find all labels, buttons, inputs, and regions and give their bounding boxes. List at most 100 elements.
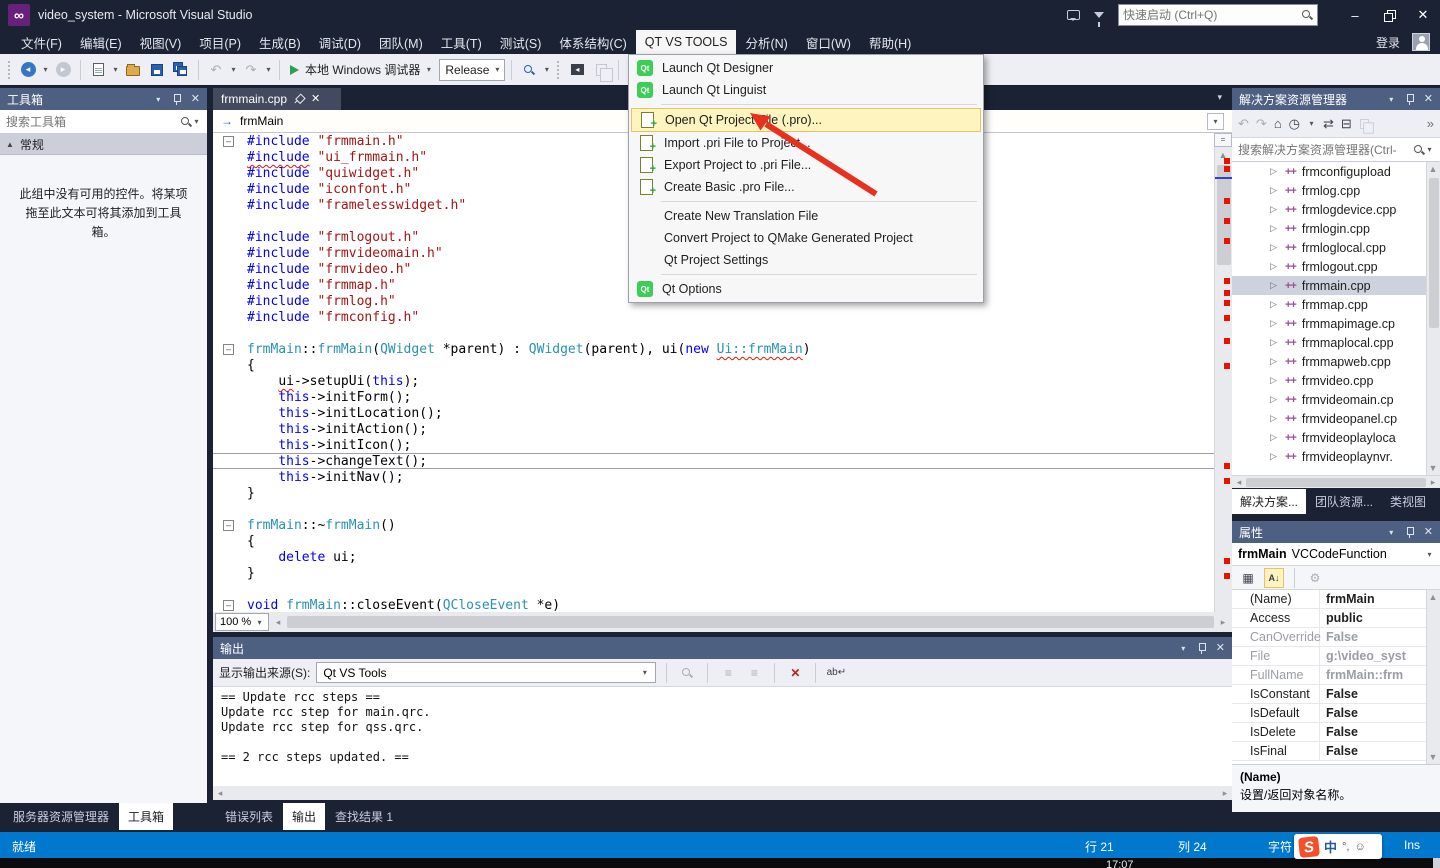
expander-icon[interactable]: ▷: [1270, 337, 1279, 348]
menu-item-open-qt-project-file-pro[interactable]: Open Qt Project File (.pro)...: [631, 108, 981, 132]
window-position-chevron-icon[interactable]: ▾: [1387, 95, 1396, 104]
menu-item-export-project-to-pri-file[interactable]: Export Project to .pri File...: [631, 154, 981, 176]
tab-[interactable]: 错误列表: [216, 803, 282, 830]
menu-item-qt-options[interactable]: QtQt Options: [631, 278, 981, 300]
file-frmlogdevice-cpp[interactable]: ▷++frmlogdevice.cpp: [1232, 200, 1440, 219]
menu-item-t[interactable]: 工具(T): [432, 30, 491, 54]
scroll-up-arrow-icon[interactable]: ▲: [1426, 590, 1440, 604]
quick-launch-input[interactable]: [1123, 8, 1301, 22]
menu-item-create-basic-pro-file[interactable]: Create Basic .pro File...: [631, 176, 981, 198]
tab-1[interactable]: 查找结果 1: [326, 803, 402, 830]
ime-punctuation-icon[interactable]: °,: [1342, 841, 1349, 853]
menu-item-import-pri-file-to-project[interactable]: Import .pri File to Project...: [631, 132, 981, 154]
solution-config-select[interactable]: Release▾: [439, 59, 505, 81]
pin-icon[interactable]: [172, 93, 182, 106]
menu-item-qt-vs-tools[interactable]: QT VS TOOLS: [636, 30, 737, 54]
tab-[interactable]: 工具箱: [119, 803, 173, 830]
property-row-fullname[interactable]: FullNamefrmMain::frm: [1232, 666, 1440, 685]
code-line-25[interactable]: –frmMain::~frmMain(): [213, 517, 1214, 533]
next-message-icon[interactable]: ≡: [744, 662, 764, 684]
find-in-files-button[interactable]: [518, 57, 540, 83]
find-chevron-icon[interactable]: ▾: [542, 65, 551, 74]
scroll-right-arrow-icon[interactable]: ▸: [1218, 786, 1232, 800]
expander-icon[interactable]: ▷: [1270, 356, 1279, 367]
window-position-chevron-icon[interactable]: ▾: [1387, 528, 1396, 537]
scrollbar-thumb[interactable]: [1429, 178, 1439, 328]
menu-item-s[interactable]: 测试(S): [491, 30, 551, 54]
toolbox-search-box[interactable]: ▾: [0, 110, 207, 134]
feedback-icon[interactable]: [1067, 10, 1080, 20]
sign-in-button[interactable]: 登录: [1376, 34, 1400, 51]
menu-item-d[interactable]: 调试(D): [310, 30, 370, 54]
toolbar-grip-icon[interactable]: [8, 61, 11, 79]
file-frmmapimage-cp[interactable]: ▷++frmmapimage.cp: [1232, 314, 1440, 333]
tab-[interactable]: 类视图: [1382, 489, 1434, 514]
output-horizontal-scrollbar[interactable]: ◂ ▸: [213, 786, 1232, 800]
menu-item-create-new-translation-file[interactable]: Create New Translation File: [631, 205, 981, 227]
scrollbar-thumb[interactable]: [287, 616, 1214, 628]
code-line-14[interactable]: –frmMain::frmMain(QWidget *parent) : QWi…: [213, 341, 1214, 357]
show-desktop-button[interactable]: [1433, 858, 1440, 868]
property-row-access[interactable]: Accesspublic: [1232, 609, 1440, 628]
tab-[interactable]: 服务器资源管理器: [4, 803, 118, 830]
copy-button[interactable]: [590, 57, 612, 83]
scroll-left-arrow-icon[interactable]: ◂: [1232, 476, 1246, 488]
collapse-all-icon[interactable]: ⊟: [1341, 116, 1352, 132]
minimize-button[interactable]: –: [1338, 0, 1372, 30]
close-button[interactable]: ✕: [1406, 0, 1440, 30]
property-row-name[interactable]: (Name)frmMain: [1232, 590, 1440, 609]
file-frmmain-cpp[interactable]: ▷++frmmain.cpp: [1232, 276, 1440, 295]
code-line-15[interactable]: {: [213, 357, 1214, 373]
nav-method-name[interactable]: frmMain: [240, 114, 283, 128]
sogou-logo-icon[interactable]: S: [1298, 836, 1320, 858]
menu-item-convert-project-to-qmake-generated-project[interactable]: Convert Project to QMake Generated Proje…: [631, 227, 981, 249]
pending-changes-icon[interactable]: ◷: [1289, 116, 1300, 132]
pin-tab-icon[interactable]: [291, 91, 307, 107]
code-line-29[interactable]: [213, 581, 1214, 597]
close-icon[interactable]: ✕: [1216, 643, 1225, 654]
file-frmvideoplaynvr[interactable]: ▷++frmvideoplaynvr.: [1232, 447, 1440, 466]
quick-launch-box[interactable]: [1118, 4, 1318, 26]
tree-vertical-scrollbar[interactable]: ▲ ▼: [1426, 162, 1440, 475]
fold-marker-icon[interactable]: –: [223, 520, 234, 531]
property-row-canoverride[interactable]: CanOverrideFalse: [1232, 628, 1440, 647]
code-line-22[interactable]: this->initNav();: [213, 469, 1214, 485]
undo-chevron-icon[interactable]: ▾: [229, 65, 238, 74]
scroll-down-arrow-icon[interactable]: ▼: [1426, 461, 1440, 475]
back-icon[interactable]: ↶: [1238, 116, 1249, 132]
expander-icon[interactable]: ▷: [1270, 432, 1279, 443]
pending-chevron-icon[interactable]: ▾: [1307, 119, 1316, 128]
fold-marker-icon[interactable]: –: [223, 344, 234, 355]
menu-item-launch-qt-designer[interactable]: QtLaunch Qt Designer: [631, 57, 981, 79]
file-frmvideomain-cp[interactable]: ▷++frmvideomain.cp: [1232, 390, 1440, 409]
expander-icon[interactable]: ▷: [1270, 451, 1279, 462]
tab-[interactable]: 输出: [283, 803, 325, 830]
code-line-26[interactable]: {: [213, 533, 1214, 549]
code-line-19[interactable]: this->initAction();: [213, 421, 1214, 437]
file-frmmap-cpp[interactable]: ▷++frmmap.cpp: [1232, 295, 1440, 314]
close-icon[interactable]: ✕: [1424, 527, 1433, 538]
expander-icon[interactable]: ▷: [1270, 299, 1279, 310]
fold-marker-icon[interactable]: –: [223, 600, 234, 611]
properties-object-select[interactable]: frmMain VCCodeFunction ▾: [1232, 543, 1440, 566]
editor-horizontal-scrollbar[interactable]: ◂ ▸: [271, 614, 1230, 630]
menu-item-launch-qt-linguist[interactable]: QtLaunch Qt Linguist: [631, 79, 981, 101]
toolbox-section-general[interactable]: ▲ 常规: [0, 134, 207, 155]
expander-icon[interactable]: ▷: [1270, 261, 1279, 272]
code-line-20[interactable]: this->initIcon();: [213, 437, 1214, 453]
menu-item-e[interactable]: 编辑(E): [71, 30, 131, 54]
menu-item-b[interactable]: 生成(B): [250, 30, 310, 54]
redo-button[interactable]: ↷: [240, 57, 262, 83]
file-frmvideoplayloca[interactable]: ▷++frmvideoplayloca: [1232, 428, 1440, 447]
document-list-chevron-icon[interactable]: ▾: [1217, 88, 1232, 110]
menu-item-f[interactable]: 文件(F): [12, 30, 71, 54]
property-row-isdelete[interactable]: IsDeleteFalse: [1232, 723, 1440, 742]
new-file-button[interactable]: [87, 57, 109, 83]
toolbox-search-input[interactable]: [6, 115, 180, 129]
code-line-13[interactable]: [213, 325, 1214, 341]
navigate-back-chevron-icon[interactable]: ▾: [41, 65, 50, 74]
add-item-button[interactable]: ◂: [566, 57, 588, 83]
scroll-up-arrow-icon[interactable]: ▲: [1426, 162, 1440, 176]
code-line-28[interactable]: }: [213, 565, 1214, 581]
window-position-chevron-icon[interactable]: ▾: [154, 95, 163, 104]
